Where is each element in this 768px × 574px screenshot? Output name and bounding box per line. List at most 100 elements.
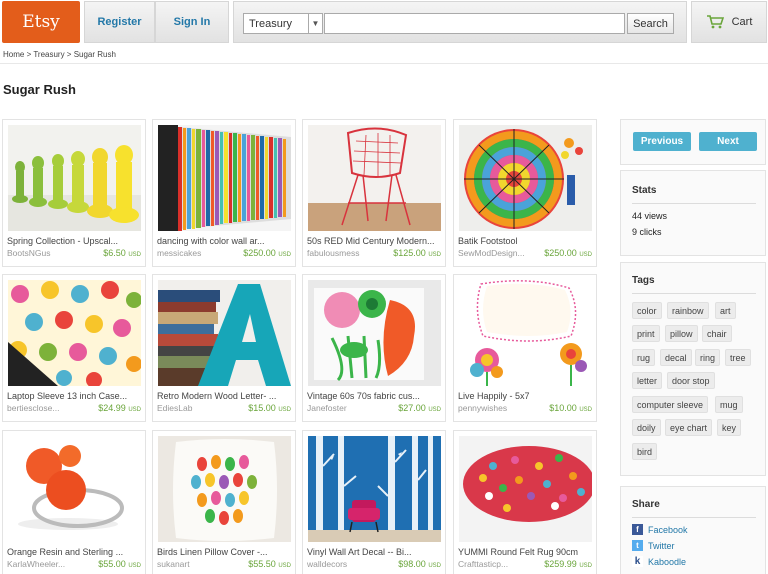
listing-title[interactable]: Spring Collection - Upscal... (7, 236, 141, 246)
tag-bird[interactable]: bird (632, 443, 658, 460)
cart-label: Cart (731, 16, 753, 28)
etsy-logo[interactable]: Etsy (2, 1, 80, 43)
listing-card[interactable]: Retro Modern Wood Letter- ... EdiesLab $… (152, 274, 296, 422)
shop-name[interactable]: fabulousmess (307, 248, 387, 258)
header: Etsy Register Sign In Treasury ▼ Search … (0, 0, 768, 44)
listing-card[interactable]: Birds Linen Pillow Cover -... sukanart $… (152, 430, 296, 574)
page-title: Sugar Rush (3, 82, 76, 97)
listing-card[interactable]: 50s RED Mid Century Modern... fabulousme… (302, 119, 446, 267)
listing-card[interactable]: Batik Footstool SewModDesign... $250.00 … (453, 119, 597, 267)
listing-price: $55.00 USD (98, 559, 141, 569)
search-scope-select[interactable]: Treasury ▼ (243, 13, 323, 34)
tag-rainbow[interactable]: rainbow (667, 302, 709, 319)
listing-price: $250.00 USD (544, 248, 592, 258)
shop-name[interactable]: messicakes (157, 248, 237, 258)
listing-title[interactable]: YUMMI Round Felt Rug 90cm (458, 547, 592, 557)
listing-image (8, 125, 141, 231)
divider (632, 517, 756, 518)
listing-image (158, 280, 291, 386)
search-input[interactable] (324, 13, 625, 34)
tag-key[interactable]: key (717, 419, 742, 436)
share-kaboodle[interactable]: k Kaboodle (632, 556, 686, 567)
tag-eye-chart[interactable]: eye chart (665, 419, 713, 436)
tag-color[interactable]: color (632, 302, 662, 319)
tag-rug[interactable]: rug (632, 349, 656, 366)
tag-ring[interactable]: ring (695, 349, 721, 366)
price-value: $24.99 (98, 403, 126, 413)
share-facebook-label: Facebook (648, 524, 688, 535)
divider (632, 203, 756, 204)
currency: USD (128, 563, 141, 569)
listing-image (8, 436, 141, 542)
search-bar: Treasury ▼ Search (233, 1, 687, 43)
listing-title[interactable]: Orange Resin and Sterling ... (7, 547, 141, 557)
shop-name[interactable]: pennywishes (458, 403, 538, 413)
tag-mug[interactable]: mug (715, 396, 743, 413)
tag-chair[interactable]: chair (702, 325, 732, 342)
listing-card[interactable]: Vintage 60s 70s fabric cus... Janefoster… (302, 274, 446, 422)
divider (632, 293, 756, 294)
listing-title[interactable]: Vintage 60s 70s fabric cus... (307, 391, 441, 401)
divider (0, 63, 768, 64)
shop-name[interactable]: BootsNGus (7, 248, 87, 258)
listing-title[interactable]: dancing with color wall ar... (157, 236, 291, 246)
search-button[interactable]: Search (627, 13, 674, 34)
share-facebook[interactable]: f Facebook (632, 524, 688, 535)
shop-name[interactable]: bertiesclose... (7, 403, 87, 413)
shop-name[interactable]: KarlaWheeler... (7, 559, 87, 569)
listing-price: $10.00 USD (549, 403, 592, 413)
shop-name[interactable]: Janefoster (307, 403, 387, 413)
listing-card[interactable]: Laptop Sleeve 13 inch Case... bertiesclo… (2, 274, 146, 422)
listing-title[interactable]: Retro Modern Wood Letter- ... (157, 391, 291, 401)
listing-title[interactable]: Batik Footstool (458, 236, 592, 246)
listing-title[interactable]: Live Happily - 5x7 (458, 391, 592, 401)
listing-price: $27.00 USD (398, 403, 441, 413)
tag-pillow[interactable]: pillow (665, 325, 698, 342)
price-value: $6.50 (103, 248, 126, 258)
listing-card[interactable]: Spring Collection - Upscal... BootsNGus … (2, 119, 146, 267)
listing-price: $125.00 USD (393, 248, 441, 258)
shop-name[interactable]: Crafttasticp... (458, 559, 538, 569)
currency: USD (278, 407, 291, 413)
tag-print[interactable]: print (632, 325, 660, 342)
listing-card[interactable]: Vinyl Wall Art Decal -- Bi... walldecors… (302, 430, 446, 574)
previous-button[interactable]: Previous (633, 132, 691, 151)
listing-title[interactable]: 50s RED Mid Century Modern... (307, 236, 441, 246)
next-button[interactable]: Next (699, 132, 757, 151)
tag-art[interactable]: art (715, 302, 736, 319)
listing-title[interactable]: Laptop Sleeve 13 inch Case... (7, 391, 141, 401)
tag-doily[interactable]: doily (632, 419, 661, 436)
share-twitter[interactable]: t Twitter (632, 540, 675, 551)
listing-image (308, 280, 441, 386)
currency: USD (428, 407, 441, 413)
shop-name[interactable]: EdiesLab (157, 403, 237, 413)
listing-price: $24.99 USD (98, 403, 141, 413)
register-link[interactable]: Register (84, 1, 155, 43)
listing-title[interactable]: Vinyl Wall Art Decal -- Bi... (307, 547, 441, 557)
listing-card[interactable]: Orange Resin and Sterling ... KarlaWheel… (2, 430, 146, 574)
listing-card[interactable]: dancing with color wall ar... messicakes… (152, 119, 296, 267)
tag-computer-sleeve[interactable]: computer sleeve (632, 396, 709, 413)
currency: USD (579, 563, 592, 569)
stats-box: Stats 44 views 9 clicks (620, 170, 766, 256)
kaboodle-icon: k (632, 556, 643, 567)
listing-image (459, 125, 592, 231)
shop-name[interactable]: SewModDesign... (458, 248, 538, 258)
listing-card[interactable]: Live Happily - 5x7 pennywishes $10.00 US… (453, 274, 597, 422)
price-value: $259.99 (544, 559, 577, 569)
listing-title[interactable]: Birds Linen Pillow Cover -... (157, 547, 291, 557)
shop-name[interactable]: sukanart (157, 559, 237, 569)
tag-letter[interactable]: letter (632, 372, 663, 389)
breadcrumb[interactable]: Home > Treasury > Sugar Rush (3, 50, 116, 59)
signin-link[interactable]: Sign In (155, 1, 229, 43)
tag-decal[interactable]: decal (660, 349, 692, 366)
tag-tree[interactable]: tree (725, 349, 751, 366)
shop-name[interactable]: walldecors (307, 559, 387, 569)
search-scope-value: Treasury (249, 18, 292, 30)
listing-card[interactable]: YUMMI Round Felt Rug 90cm Crafttasticp..… (453, 430, 597, 574)
tag-door-stop[interactable]: door stop (667, 372, 715, 389)
tags-heading: Tags (632, 275, 655, 286)
pagination-box: Previous Next (620, 119, 766, 165)
listing-image (158, 125, 291, 231)
cart-button[interactable]: Cart (691, 1, 767, 43)
